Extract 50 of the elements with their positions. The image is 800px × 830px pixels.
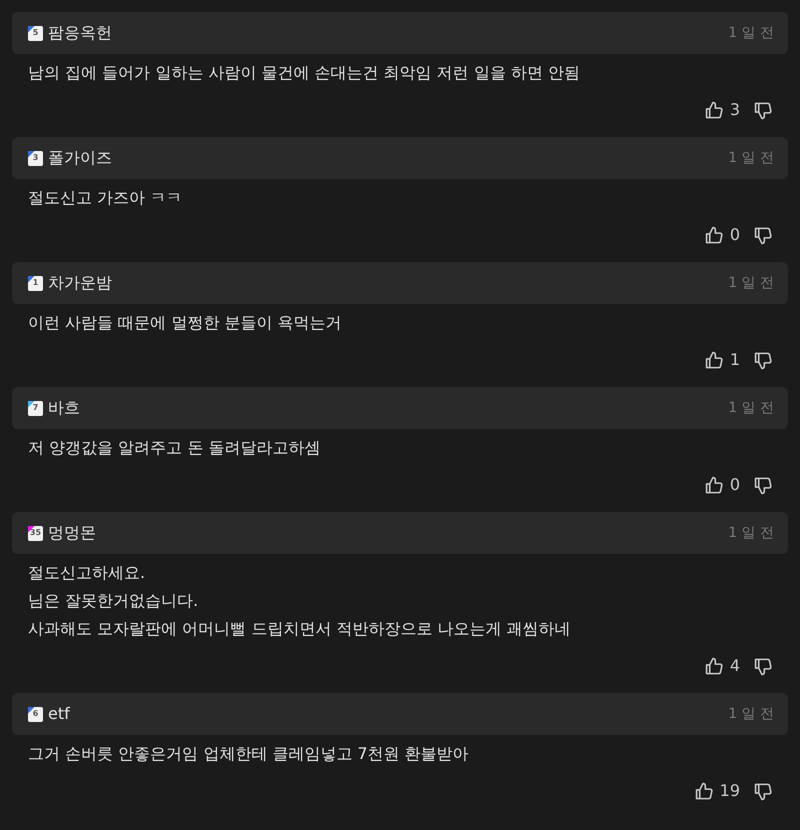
dislike-button[interactable]	[754, 100, 773, 120]
like-button[interactable]: 4	[704, 654, 740, 678]
comment-text: 그거 손버릇 안좋은거임 업체한테 클레임넣고 7천원 환불받아	[28, 743, 470, 765]
level-badge: 35	[28, 526, 43, 540]
timestamp: 1 일 전	[728, 704, 774, 724]
dislike-button[interactable]	[754, 476, 773, 494]
username[interactable]: 바흐	[48, 396, 80, 420]
thumbs-down-icon	[754, 226, 773, 244]
username[interactable]: 차가운밤	[48, 271, 112, 295]
like-button[interactable]: 0	[704, 223, 740, 247]
comment-text: 이런 사람들 때문에 멀쩡한 분들이 욕먹는거	[28, 312, 342, 334]
thumbs-up-icon	[704, 100, 724, 120]
dislike-button[interactable]	[754, 656, 773, 676]
thumbs-down-icon	[754, 782, 773, 800]
comment-text: 절도신고하세요.	[28, 562, 146, 584]
comment-text: 절도신고 가즈아 ㅋㅋ	[28, 187, 184, 209]
level-badge: 7	[28, 400, 43, 416]
like-button[interactable]: 1	[704, 348, 740, 372]
thumbs-up-icon	[704, 476, 724, 494]
dislike-button[interactable]	[754, 782, 773, 800]
timestamp: 1 일 전	[728, 24, 774, 42]
like-button[interactable]: 19	[694, 779, 740, 803]
thumbs-down-icon	[754, 656, 773, 676]
level-badge: 5	[28, 26, 43, 40]
username[interactable]: 멍멍몬	[48, 521, 96, 545]
like-button[interactable]: 3	[704, 98, 740, 122]
timestamp: 1 일 전	[728, 148, 774, 168]
thumbs-up-icon	[704, 226, 724, 244]
timestamp: 1 일 전	[728, 274, 774, 292]
comment-text: 저 양갱값을 알려주고 돈 돌려달라고하셈	[28, 437, 322, 459]
comment-text: 님은 잘못한거없습니다.	[28, 590, 200, 612]
thumbs-down-icon	[754, 350, 773, 370]
comment-text: 남의 집에 들어가 일하는 사람이 물건에 손대는건 최악임 저런 일을 하면 안됨	[28, 62, 581, 84]
level-badge: 1	[28, 276, 43, 290]
dislike-button[interactable]	[754, 226, 773, 244]
level-badge: 6	[28, 706, 43, 722]
timestamp: 1 일 전	[728, 398, 774, 418]
dislike-button[interactable]	[754, 350, 773, 370]
thumbs-down-icon	[754, 100, 773, 120]
thumbs-down-icon	[754, 476, 773, 494]
like-button[interactable]: 0	[704, 473, 740, 497]
username[interactable]: 팜응옥헌	[48, 21, 112, 45]
username[interactable]: 폴가이즈	[48, 146, 112, 170]
username[interactable]: etf	[48, 702, 70, 726]
level-badge: 3	[28, 150, 43, 166]
thumbs-up-icon	[704, 350, 724, 370]
comment-text: 사과해도 모자랄판에 어머니뻘 드립치면서 적반하장으로 나오는게 괘씸하네	[28, 618, 572, 640]
thumbs-up-icon	[704, 656, 724, 676]
thumbs-up-icon	[694, 782, 714, 800]
timestamp: 1 일 전	[728, 524, 774, 542]
